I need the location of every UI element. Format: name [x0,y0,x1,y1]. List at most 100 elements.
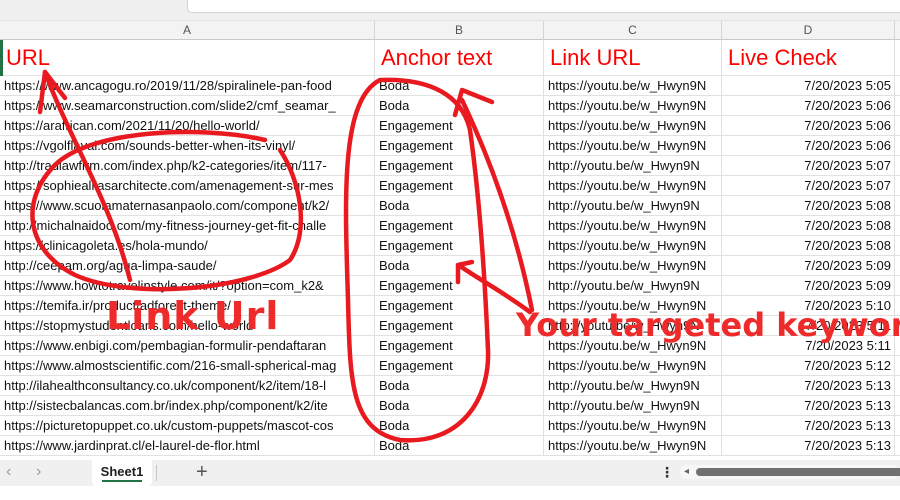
column-header-b[interactable]: B [375,21,544,40]
live-check-cell[interactable]: 7/20/2023 5:06 [722,136,895,155]
anchor-text-cell[interactable]: Engagement [375,156,544,175]
link-url-cell[interactable]: https://youtu.be/w_Hwyn9N [544,136,722,155]
table-row: https://arafrican.com/2021/11/20/hello-w… [0,116,900,136]
url-cell[interactable]: https://picturetopuppet.co.uk/custom-pup… [0,416,375,435]
more-options-icon[interactable]: ⋮ [660,464,674,481]
link-url-cell[interactable]: http://youtu.be/w_Hwyn9N [544,396,722,415]
link-url-cell[interactable]: https://youtu.be/w_Hwyn9N [544,176,722,195]
url-cell[interactable]: https://www.howtotravelinstyle.com/it/?o… [0,276,375,295]
header-cell-url[interactable]: URL [0,40,375,75]
anchor-text-cell[interactable]: Engagement [375,276,544,295]
live-check-cell[interactable]: 7/20/2023 5:09 [722,256,895,275]
prev-sheet-icon[interactable]: ‹ [6,463,11,481]
table-row: https://www.seamarconstruction.com/slide… [0,96,900,116]
live-check-cell[interactable]: 7/20/2023 5:12 [722,356,895,375]
url-cell[interactable]: http://ceepam.org/agua-limpa-saude/ [0,256,375,275]
anchor-text-cell[interactable]: Boda [375,376,544,395]
live-check-cell[interactable]: 7/20/2023 5:06 [722,116,895,135]
header-row: URL Anchor text Link URL Live Check [0,40,900,76]
sheet-tab-sheet1[interactable]: Sheet1 [92,460,152,486]
status-area [0,486,900,500]
live-check-cell[interactable]: 7/20/2023 5:05 [722,76,895,95]
live-check-cell[interactable]: 7/20/2023 5:08 [722,236,895,255]
url-cell[interactable]: https://sophiealliasarchitecte.com/amena… [0,176,375,195]
table-row: http://sistecbalancas.com.br/index.php/c… [0,396,900,416]
url-cell[interactable]: https://www.enbigi.com/pembagian-formuli… [0,336,375,355]
link-url-cell[interactable]: https://youtu.be/w_Hwyn9N [544,76,722,95]
url-cell[interactable]: https://www.almostscientific.com/216-sma… [0,356,375,375]
live-check-cell[interactable]: 7/20/2023 5:06 [722,96,895,115]
url-cell[interactable]: https://www.seamarconstruction.com/slide… [0,96,375,115]
table-row: http://ceepam.org/agua-limpa-saude/Boda h… [0,256,900,276]
link-url-cell[interactable]: https://youtu.be/w_Hwyn9N [544,116,722,135]
live-check-cell[interactable]: 7/20/2023 5:07 [722,176,895,195]
anchor-text-cell[interactable]: Engagement [375,356,544,375]
anchor-text-cell[interactable]: Engagement [375,116,544,135]
live-check-cell[interactable]: 7/20/2023 5:07 [722,156,895,175]
sheet-tab-bar: ‹ › Sheet1 + ⋮ ◂ [0,460,900,486]
link-url-cell[interactable]: https://youtu.be/w_Hwyn9N [544,256,722,275]
link-url-cell[interactable]: http://youtu.be/w_Hwyn9N [544,376,722,395]
link-url-cell[interactable]: https://youtu.be/w_Hwyn9N [544,96,722,115]
header-cell-link-url[interactable]: Link URL [544,40,722,75]
link-url-cell[interactable]: https://youtu.be/w_Hwyn9N [544,436,722,455]
live-check-cell[interactable]: 7/20/2023 5:13 [722,436,895,455]
link-url-cell[interactable]: http://youtu.be/w_Hwyn9N [544,156,722,175]
anchor-text-cell[interactable]: Boda [375,196,544,215]
table-row: http://tradlawfirm.com/index.php/k2-cate… [0,156,900,176]
table-row: https://clinicagoleta.es/hola-mundo/Enga… [0,236,900,256]
active-cell-indicator [0,40,3,76]
table-row: https://sophiealliasarchitecte.com/amena… [0,176,900,196]
anchor-text-cell[interactable]: Boda [375,416,544,435]
horizontal-scroll-thumb[interactable] [696,468,900,476]
live-check-cell[interactable]: 7/20/2023 5:09 [722,276,895,295]
url-cell[interactable]: https://www.scuolamaternasanpaolo.com/co… [0,196,375,215]
formula-input[interactable] [187,0,900,13]
link-url-cell[interactable]: https://youtu.be/w_Hwyn9N [544,416,722,435]
table-row: http://michalnaidoo.com/my-fitness-journ… [0,216,900,236]
anchor-text-cell[interactable]: Boda [375,396,544,415]
link-url-cell[interactable]: https://youtu.be/w_Hwyn9N [544,236,722,255]
annotation-link-url: Link Url [106,294,280,338]
anchor-text-cell[interactable]: Boda [375,256,544,275]
live-check-cell[interactable]: 7/20/2023 5:13 [722,396,895,415]
header-cell-live-check[interactable]: Live Check [722,40,895,75]
scroll-left-icon[interactable]: ◂ [684,466,689,477]
anchor-text-cell[interactable]: Boda [375,76,544,95]
add-sheet-icon[interactable]: + [196,461,208,484]
column-headers: A B C D [0,20,900,40]
anchor-text-cell[interactable]: Engagement [375,176,544,195]
column-header-c[interactable]: C [544,21,722,40]
anchor-text-cell[interactable]: Engagement [375,216,544,235]
link-url-cell[interactable]: http://youtu.be/w_Hwyn9N [544,276,722,295]
url-cell[interactable]: http://tradlawfirm.com/index.php/k2-cate… [0,156,375,175]
table-row: https://picturetopuppet.co.uk/custom-pup… [0,416,900,436]
header-cell-anchor-text[interactable]: Anchor text [375,40,544,75]
anchor-text-cell[interactable]: Engagement [375,236,544,255]
live-check-cell[interactable]: 7/20/2023 5:08 [722,196,895,215]
link-url-cell[interactable]: https://youtu.be/w_Hwyn9N [544,216,722,235]
link-url-cell[interactable]: http://youtu.be/w_Hwyn9N [544,196,722,215]
formula-bar-area [0,0,900,20]
url-cell[interactable]: https://www.ancagogu.ro/2019/11/28/spira… [0,76,375,95]
anchor-text-cell[interactable]: Boda [375,96,544,115]
column-header-d[interactable]: D [722,21,895,40]
live-check-cell[interactable]: 7/20/2023 5:13 [722,376,895,395]
url-cell[interactable]: https://www.jardinprat.cl/el-laurel-de-f… [0,436,375,455]
tab-separator [156,465,157,481]
url-cell[interactable]: http://michalnaidoo.com/my-fitness-journ… [0,216,375,235]
url-cell[interactable]: https://arafrican.com/2021/11/20/hello-w… [0,116,375,135]
live-check-cell[interactable]: 7/20/2023 5:13 [722,416,895,435]
next-sheet-icon[interactable]: › [36,463,41,481]
table-row: https://www.almostscientific.com/216-sma… [0,356,900,376]
link-url-cell[interactable]: https://youtu.be/w_Hwyn9N [544,356,722,375]
url-cell[interactable]: https://vgolflaval.com/sounds-better-whe… [0,136,375,155]
url-cell[interactable]: http://sistecbalancas.com.br/index.php/c… [0,396,375,415]
url-cell[interactable]: https://clinicagoleta.es/hola-mundo/ [0,236,375,255]
column-header-a[interactable]: A [0,21,375,40]
url-cell[interactable]: http://ilahealthconsultancy.co.uk/compon… [0,376,375,395]
anchor-text-cell[interactable]: Boda [375,436,544,455]
live-check-cell[interactable]: 7/20/2023 5:08 [722,216,895,235]
anchor-text-cell[interactable]: Engagement [375,136,544,155]
table-row: http://ilahealthconsultancy.co.uk/compon… [0,376,900,396]
